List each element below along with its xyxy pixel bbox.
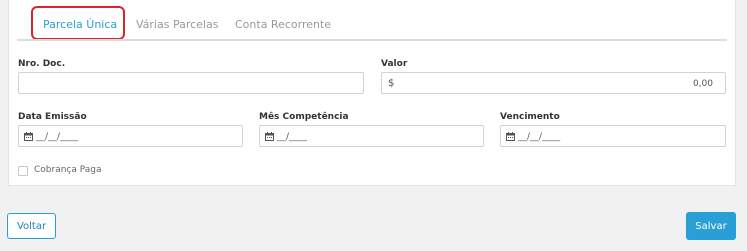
data-emissao-placeholder: __/__/____ (36, 132, 79, 142)
tab-conta-recorrente[interactable]: Conta Recorrente (235, 10, 331, 40)
vencimento-input[interactable]: __/__/____ (500, 125, 726, 147)
vencimento-label: Vencimento (500, 112, 560, 122)
mes-competencia-placeholder: __/____ (277, 132, 308, 142)
valor-value: 0,00 (692, 79, 713, 89)
vencimento-placeholder: __/__/____ (518, 132, 561, 142)
nro-doc-label: Nro. Doc. (18, 59, 66, 69)
currency-prefix: $ (388, 78, 395, 89)
data-emissao-input[interactable]: __/__/____ (18, 125, 243, 147)
calendar-icon (506, 132, 515, 141)
valor-input[interactable]: $ 0,00 (381, 72, 726, 94)
tabs-divider (17, 39, 727, 41)
mes-competencia-label: Mês Competência (259, 112, 349, 122)
save-button[interactable]: Salvar (686, 212, 736, 240)
calendar-icon (24, 132, 33, 141)
calendar-icon (265, 132, 274, 141)
data-emissao-label: Data Emissão (18, 112, 87, 122)
cobranca-paga-label[interactable]: Cobrança Paga (34, 165, 102, 175)
nro-doc-input[interactable] (18, 72, 364, 94)
mes-competencia-input[interactable]: __/____ (259, 125, 484, 147)
tab-varias-parcelas[interactable]: Várias Parcelas (136, 10, 218, 40)
active-tab-highlight (31, 6, 125, 40)
valor-label: Valor (381, 59, 408, 69)
back-button[interactable]: Voltar (7, 213, 56, 239)
cobranca-paga-checkbox[interactable] (18, 166, 28, 176)
